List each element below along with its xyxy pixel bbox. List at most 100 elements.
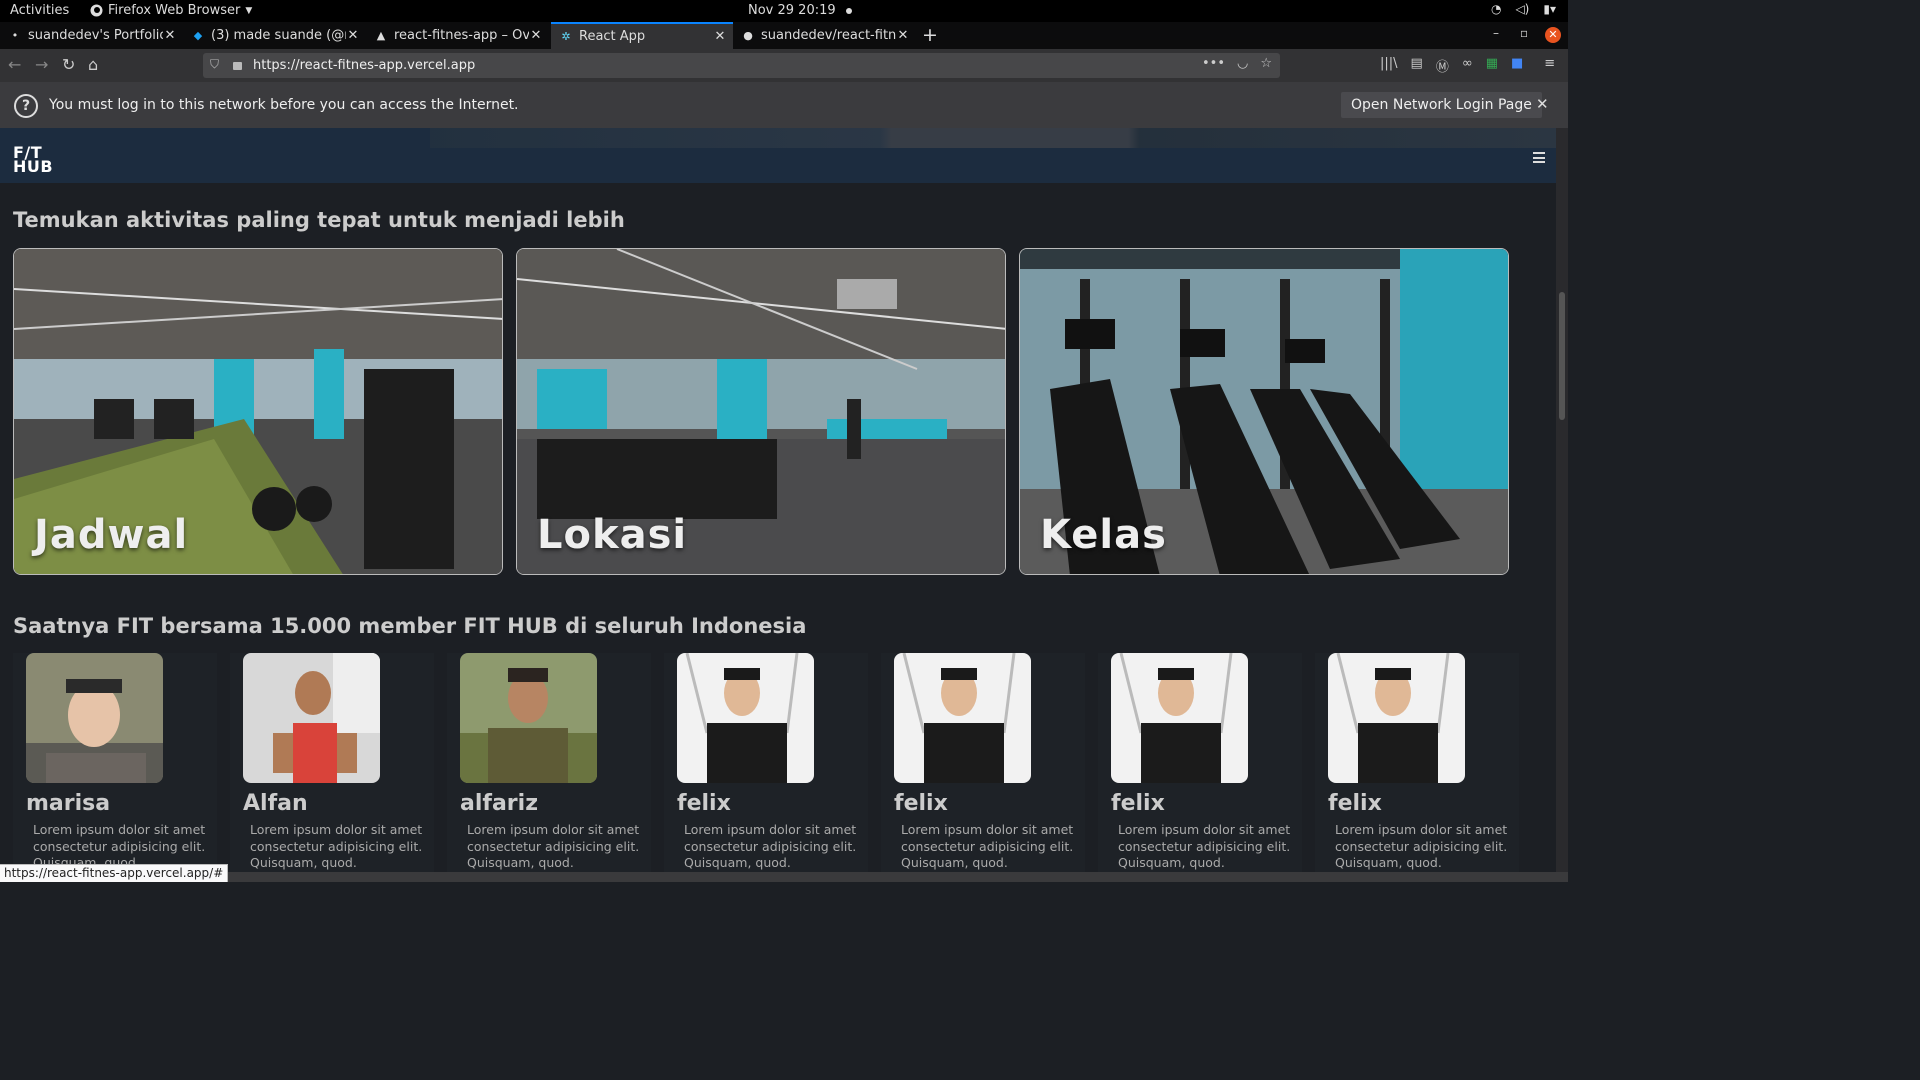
extension-glasses-icon[interactable]: ∞ bbox=[1462, 56, 1473, 75]
member-name: Alfan bbox=[243, 791, 308, 816]
page-actions-icon[interactable]: ••• bbox=[1202, 56, 1225, 71]
react-icon: ✲ bbox=[561, 30, 571, 43]
member-desc: Lorem ipsum dolor sit amet consectetur a… bbox=[1335, 822, 1508, 870]
dot-icon: • bbox=[11, 29, 19, 42]
tab-label: suandedev/react-fitnes-a bbox=[761, 28, 896, 43]
forward-arrow-icon[interactable]: → bbox=[35, 55, 48, 74]
battery-icon: ▮▾ bbox=[1543, 2, 1556, 16]
notification-text: You must log in to this network before y… bbox=[49, 97, 519, 113]
extension-m-icon[interactable]: Ⓜ bbox=[1436, 56, 1449, 75]
card-lokasi[interactable]: Lokasi bbox=[516, 248, 1006, 575]
firefox-icon bbox=[90, 4, 103, 17]
lock-icon[interactable] bbox=[233, 62, 242, 70]
member-photo bbox=[894, 653, 1031, 783]
volume-icon: ◁) bbox=[1515, 2, 1530, 16]
app-name: Firefox Web Browser bbox=[108, 3, 241, 18]
member-card[interactable]: felix Lorem ipsum dolor sit amet consect… bbox=[1098, 653, 1302, 872]
logo-bottom: HUB bbox=[13, 157, 54, 176]
new-tab-button[interactable]: + bbox=[922, 24, 938, 46]
window-close-button[interactable]: ✕ bbox=[1545, 27, 1561, 43]
tab-github[interactable]: ● suandedev/react-fitnes-a ✕ bbox=[733, 22, 916, 49]
extension-sheet-icon[interactable]: ▦ bbox=[1486, 56, 1498, 75]
member-name: felix bbox=[1111, 791, 1165, 816]
card-jadwal[interactable]: Jadwal bbox=[13, 248, 503, 575]
home-icon[interactable]: ⌂ bbox=[88, 55, 98, 74]
member-card[interactable]: felix Lorem ipsum dolor sit amet consect… bbox=[881, 653, 1085, 872]
question-icon: ? bbox=[14, 94, 38, 118]
reload-icon[interactable]: ↻ bbox=[62, 55, 75, 74]
bookmark-star-icon[interactable]: ☆ bbox=[1260, 56, 1272, 71]
navigation-bar: ← → ↻ ⌂ ⛉ https://react-fitnes-app.verce… bbox=[0, 49, 1568, 82]
pocket-icon[interactable]: ◡ bbox=[1237, 56, 1248, 71]
network-icon: ◔ bbox=[1490, 2, 1502, 16]
member-desc: Lorem ipsum dolor sit amet consectetur a… bbox=[250, 822, 423, 870]
address-bar[interactable]: ⛉ https://react-fitnes-app.vercel.app ••… bbox=[203, 53, 1280, 78]
hamburger-menu-icon[interactable]: ≡ bbox=[1544, 56, 1555, 75]
close-icon[interactable]: ✕ bbox=[529, 28, 543, 43]
captive-portal-notification: ? You must log in to this network before… bbox=[0, 82, 1568, 128]
back-arrow-icon[interactable]: ← bbox=[8, 55, 21, 74]
member-card[interactable]: Alfan Lorem ipsum dolor sit amet consect… bbox=[230, 653, 434, 872]
minimize-icon[interactable]: – bbox=[1493, 26, 1499, 40]
vercel-triangle-icon: ▲ bbox=[376, 29, 386, 42]
member-name: felix bbox=[677, 791, 731, 816]
restore-icon[interactable]: ▫ bbox=[1520, 26, 1528, 40]
member-card[interactable]: alfariz Lorem ipsum dolor sit amet conse… bbox=[447, 653, 651, 872]
member-photo bbox=[677, 653, 814, 783]
clock[interactable]: Nov 29 20:19 bbox=[748, 3, 852, 18]
horizontal-scrollbar[interactable] bbox=[0, 872, 1568, 882]
extension-blue-icon[interactable]: ■ bbox=[1511, 56, 1523, 75]
github-icon: ● bbox=[743, 29, 753, 42]
member-photo bbox=[243, 653, 380, 783]
close-icon[interactable]: ✕ bbox=[1536, 95, 1549, 113]
chevron-down-icon: ▼ bbox=[245, 5, 253, 16]
scrollbar-thumb[interactable] bbox=[1559, 292, 1565, 420]
menu-toggle-icon[interactable] bbox=[1533, 152, 1545, 166]
member-desc: Lorem ipsum dolor sit amet consectetur a… bbox=[684, 822, 857, 870]
member-photo bbox=[1111, 653, 1248, 783]
system-top-bar: Activities Firefox Web Browser ▼ Nov 29 … bbox=[0, 0, 1568, 22]
member-desc: Lorem ipsum dolor sit amet consectetur a… bbox=[467, 822, 640, 870]
site-logo[interactable]: F/T HUB bbox=[13, 145, 54, 176]
card-kelas[interactable]: Kelas bbox=[1019, 248, 1509, 575]
page-scrollbar[interactable] bbox=[1556, 128, 1568, 872]
shield-icon[interactable]: ⛉ bbox=[210, 57, 219, 72]
member-card[interactable]: felix Lorem ipsum dolor sit amet consect… bbox=[1315, 653, 1519, 872]
member-photo bbox=[26, 653, 163, 783]
close-icon[interactable]: ✕ bbox=[163, 28, 177, 43]
close-icon[interactable]: ✕ bbox=[713, 29, 727, 44]
tab-vercel[interactable]: ▲ react-fitnes-app – Overvi ✕ bbox=[366, 22, 549, 49]
member-photo bbox=[460, 653, 597, 783]
member-desc: Lorem ipsum dolor sit amet consectetur a… bbox=[1118, 822, 1291, 870]
activities-heading: Temukan aktivitas paling tepat untuk men… bbox=[13, 208, 625, 232]
status-bar-link-preview: https://react-fitnes-app.vercel.app/# bbox=[0, 864, 229, 882]
twitter-icon: ◆ bbox=[193, 29, 203, 42]
tab-label: (3) made suande (@m_su bbox=[211, 28, 346, 43]
member-name: alfariz bbox=[460, 791, 538, 816]
hero-image-strip bbox=[430, 128, 1556, 148]
tab-label: React App bbox=[579, 29, 646, 44]
url-text[interactable]: https://react-fitnes-app.vercel.app bbox=[253, 58, 475, 73]
member-desc: Lorem ipsum dolor sit amet consectetur a… bbox=[901, 822, 1074, 870]
card-label: Kelas bbox=[1040, 512, 1167, 558]
notification-dot-icon bbox=[845, 7, 852, 14]
web-page: F/T HUB Temukan aktivitas paling tepat u… bbox=[0, 128, 1556, 872]
member-card[interactable]: felix Lorem ipsum dolor sit amet consect… bbox=[664, 653, 868, 872]
clock-text: Nov 29 20:19 bbox=[748, 3, 836, 18]
tab-portfolio[interactable]: • suandedev's Portfolio | C ✕ bbox=[0, 22, 183, 49]
close-icon[interactable]: ✕ bbox=[346, 28, 360, 43]
activities-button[interactable]: Activities bbox=[10, 3, 69, 18]
tab-react-app[interactable]: ✲ React App ✕ bbox=[551, 22, 733, 49]
close-icon[interactable]: ✕ bbox=[896, 28, 910, 43]
library-icon[interactable]: |||\ bbox=[1380, 56, 1398, 75]
members-heading: Saatnya FIT bersama 15.000 member FIT HU… bbox=[13, 614, 807, 638]
open-network-login-button[interactable]: Open Network Login Page bbox=[1341, 92, 1542, 118]
member-card[interactable]: marisa Lorem ipsum dolor sit amet consec… bbox=[13, 653, 217, 872]
card-label: Lokasi bbox=[537, 512, 688, 558]
tab-twitter[interactable]: ◆ (3) made suande (@m_su ✕ bbox=[183, 22, 366, 49]
sidebar-icon[interactable]: ▤ bbox=[1411, 56, 1423, 75]
app-menu[interactable]: Firefox Web Browser ▼ bbox=[90, 3, 252, 18]
card-label: Jadwal bbox=[34, 512, 189, 558]
member-name: marisa bbox=[26, 791, 111, 816]
system-tray[interactable]: ◔ ◁) ▮▾ bbox=[1491, 2, 1556, 16]
